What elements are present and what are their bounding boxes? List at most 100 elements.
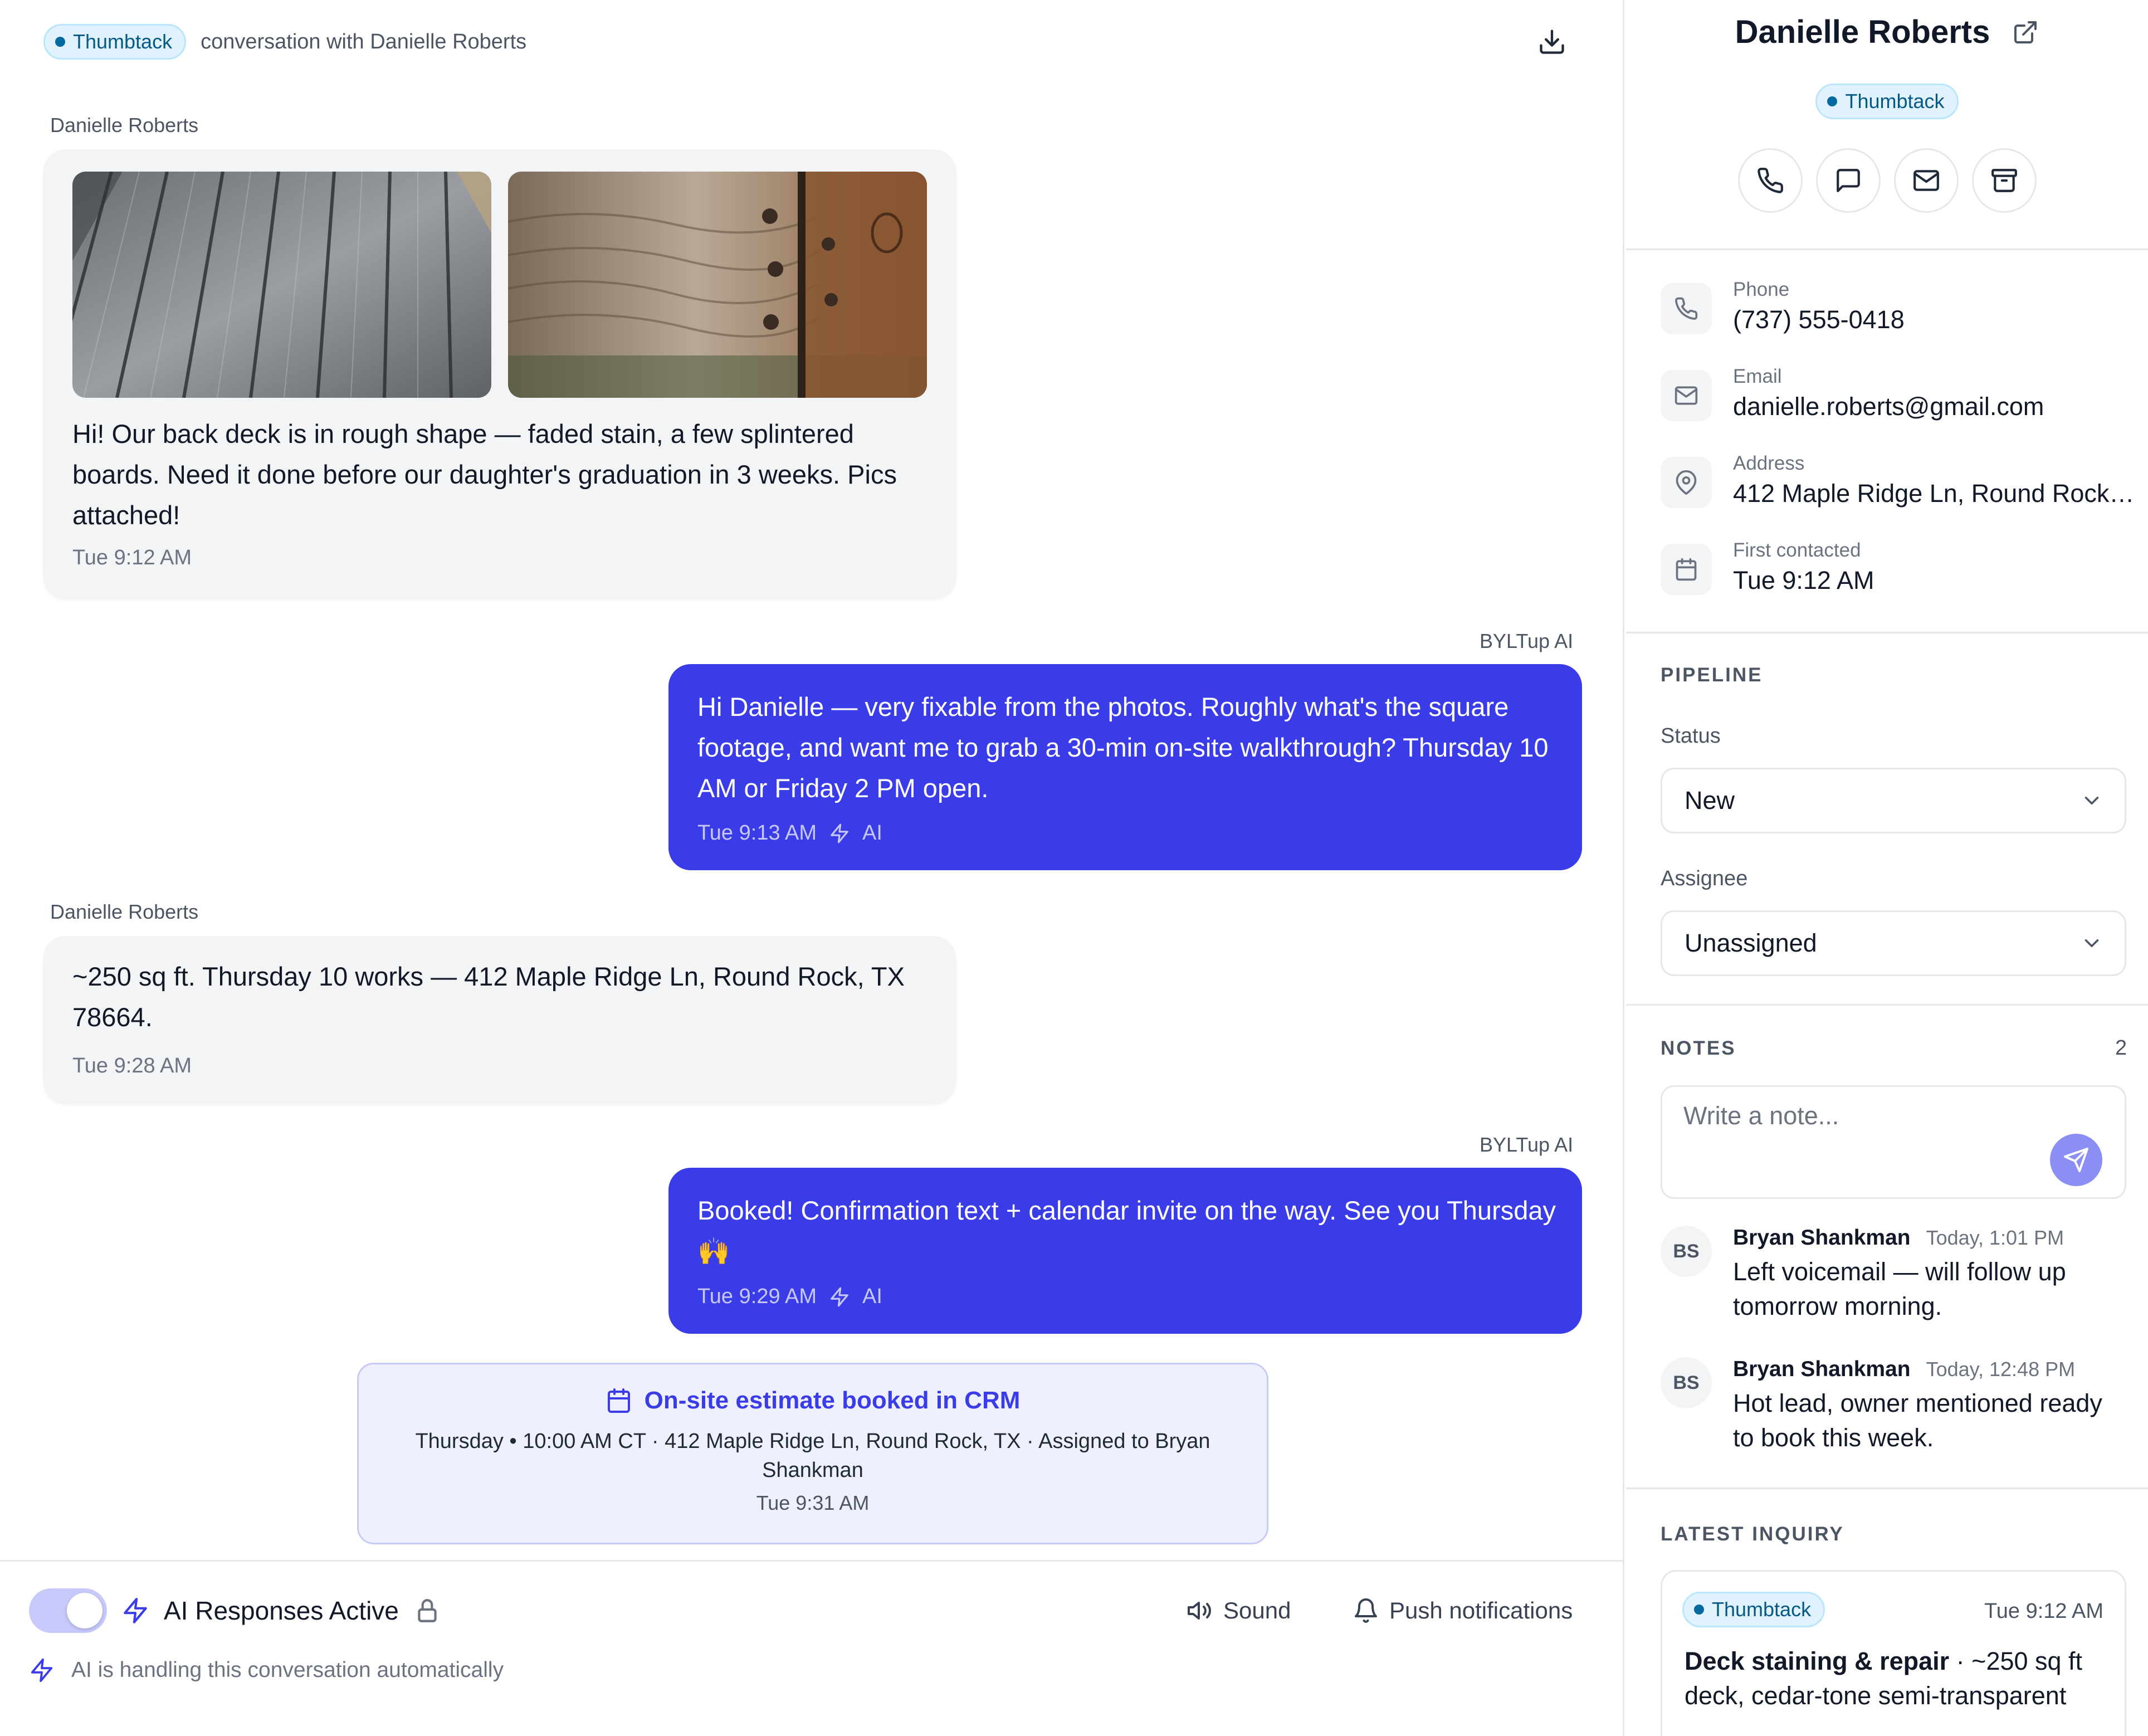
inquiry-summary: Deck staining & repair · ~250 sq ft deck… (1685, 1644, 2108, 1713)
email-label: Email (1733, 365, 1782, 387)
contact-source-label: Thumbtack (1845, 90, 1945, 113)
message-time: Tue 9:13 AM (697, 821, 817, 845)
message-sender: Danielle Roberts (50, 114, 199, 136)
phone-row: Phone (737) 555-0418 (1661, 279, 2140, 345)
message-text: Hi Danielle — very fixable from the phot… (697, 692, 1549, 803)
download-icon (1540, 30, 1564, 54)
lightning-icon (31, 1658, 53, 1683)
external-link-icon[interactable] (2012, 19, 2039, 46)
note-time: Today, 12:48 PM (1926, 1358, 2076, 1381)
note-composer (1661, 1085, 2126, 1199)
chevron-down-icon (2084, 939, 2099, 947)
source-badge-label: Thumbtack (73, 30, 173, 53)
push-notifications-button[interactable]: Push notifications (1353, 1588, 1573, 1633)
inquiry-source-label: Thumbtack (1712, 1598, 1812, 1621)
note-time: Today, 1:01 PM (1926, 1226, 2064, 1249)
first-contacted-row: First contacted Tue 9:12 AM (1661, 539, 2140, 606)
bell-icon (1355, 1598, 1377, 1623)
message-sender: BYLTup AI (1480, 630, 1574, 652)
contact-actions (1626, 148, 2148, 213)
download-button[interactable] (1535, 22, 1569, 61)
source-badge: Thumbtack (43, 24, 187, 60)
assignee-select[interactable]: Unassigned (1661, 910, 2126, 976)
assignee-label: Assignee (1661, 867, 1748, 890)
lock-icon (418, 1599, 437, 1622)
crm-event-time: Tue 9:31 AM (756, 1491, 870, 1514)
outgoing-message: Hi Danielle — very fixable from the phot… (668, 664, 1582, 870)
divider (1626, 1488, 2148, 1489)
note-author: Bryan Shankman (1733, 1226, 1911, 1250)
message-text: Booked! Confirmation text + calendar inv… (697, 1196, 1556, 1266)
call-button[interactable] (1737, 148, 1803, 213)
ai-responses-toggle[interactable] (29, 1588, 107, 1633)
notes-title: NOTES (1661, 1037, 1736, 1059)
address-value[interactable]: 412 Maple Ridge Ln, Round Rock, TX 78664 (1733, 479, 2140, 508)
conversation-panel: Thumbtack conversation with Danielle Rob… (0, 0, 1624, 1736)
divider (1626, 632, 2148, 633)
message-text: ~250 sq ft. Thursday 10 works — 412 Mapl… (72, 962, 905, 1032)
badge-dot-icon (1694, 1605, 1704, 1615)
crm-event-title: On-site estimate booked in CRM (644, 1387, 1021, 1414)
note-item: BS Bryan Shankman Today, 1:01 PM Left vo… (1661, 1226, 2126, 1337)
contact-header: Danielle Roberts (1626, 13, 2148, 51)
message-meta: Tue 9:29 AM AI (697, 1285, 882, 1309)
calendar-icon (607, 1388, 630, 1413)
message-sender: BYLTup AI (1480, 1133, 1574, 1156)
conversation-header: Thumbtack conversation with Danielle Rob… (43, 22, 526, 61)
status-value: New (1685, 786, 1735, 815)
address-label: Address (1733, 452, 1805, 474)
ai-tag: AI (862, 1285, 882, 1308)
email-button[interactable] (1893, 148, 1959, 213)
inquiry-service: Deck staining & repair (1685, 1647, 1950, 1675)
status-select[interactable]: New (1661, 768, 2126, 833)
note-item: BS Bryan Shankman Today, 12:48 PM Hot le… (1661, 1357, 2126, 1469)
pipeline-title: PIPELINE (1661, 664, 1763, 686)
weathered-wood-photo[interactable] (508, 172, 927, 398)
lightning-icon (831, 1287, 848, 1306)
crm-event-card[interactable]: On-site estimate booked in CRM Thursday … (357, 1363, 1268, 1544)
address-row: Address 412 Maple Ridge Ln, Round Rock, … (1661, 452, 2140, 519)
badge-dot-icon (1827, 96, 1838, 106)
ai-status-label: AI Responses Active (164, 1596, 399, 1625)
sound-button[interactable]: Sound (1187, 1588, 1291, 1633)
avatar: BS (1661, 1226, 1712, 1277)
speaker-icon (1188, 1602, 1211, 1620)
phone-value[interactable]: (737) 555-0418 (1733, 305, 2140, 334)
divider (1626, 1004, 2148, 1006)
lightning-icon (831, 823, 848, 843)
crm-event-title-row: On-site estimate booked in CRM (359, 1387, 1267, 1415)
message-text: Hi! Our back deck is in rough shape — fa… (72, 419, 897, 530)
note-text: Hot lead, owner mentioned ready to book … (1733, 1389, 2102, 1452)
latest-inquiry-card[interactable]: Thumbtack Tue 9:12 AM Deck staining & re… (1661, 1570, 2126, 1736)
ai-handling-note: AI is handling this conversation automat… (29, 1651, 504, 1690)
send-icon (2064, 1148, 2088, 1172)
note-text: Left voicemail — will follow up tomorrow… (1733, 1257, 2066, 1320)
message-button[interactable] (1815, 148, 1881, 213)
phone-label: Phone (1733, 279, 1790, 300)
deck-boards-photo[interactable] (72, 172, 491, 398)
note-header: Bryan Shankman Today, 12:48 PM (1733, 1357, 2075, 1382)
app-root: Thumbtack conversation with Danielle Rob… (0, 0, 2148, 1736)
inquiry-source-badge: Thumbtack (1682, 1592, 1825, 1627)
send-note-button[interactable] (2050, 1134, 2102, 1186)
note-input[interactable] (1683, 1101, 2040, 1179)
conversation-footer: AI Responses Active Sound Push notificat… (0, 1560, 1624, 1736)
mail-icon (1661, 370, 1712, 421)
email-row: Email danielle.roberts@gmail.com (1661, 365, 2140, 432)
outgoing-message: Booked! Confirmation text + calendar inv… (668, 1168, 1582, 1334)
ai-status: AI Responses Active (121, 1588, 441, 1633)
crm-event-detail: Thursday • 10:00 AM CT · 412 Maple Ridge… (415, 1430, 1210, 1482)
assignee-value: Unassigned (1685, 929, 1817, 957)
incoming-message: Hi! Our back deck is in rough shape — fa… (43, 149, 956, 598)
chevron-down-icon (2084, 797, 2099, 804)
archive-button[interactable] (1971, 148, 2037, 213)
first-contacted-label: First contacted (1733, 539, 1861, 561)
mail-icon (1913, 170, 1939, 191)
divider (1626, 248, 2148, 250)
note-header: Bryan Shankman Today, 1:01 PM (1733, 1226, 2064, 1250)
map-pin-icon (1661, 457, 1712, 508)
first-contacted-value: Tue 9:12 AM (1733, 566, 1874, 594)
status-label: Status (1661, 724, 1721, 748)
email-value[interactable]: danielle.roberts@gmail.com (1733, 392, 2140, 421)
incoming-message: ~250 sq ft. Thursday 10 works — 412 Mapl… (43, 936, 956, 1103)
